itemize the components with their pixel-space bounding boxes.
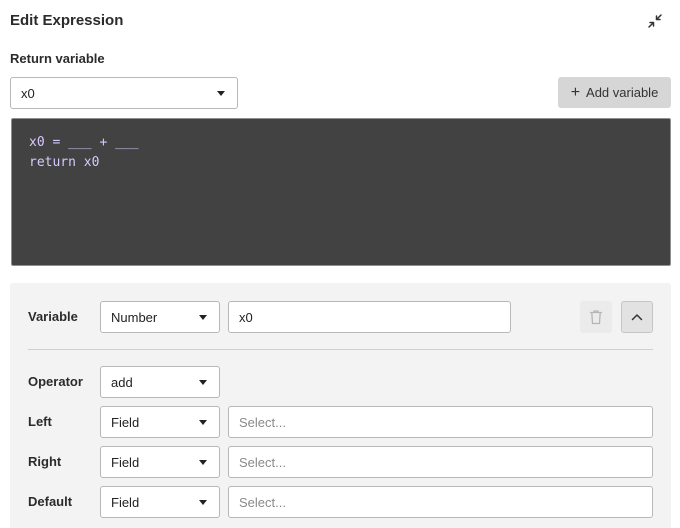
caret-down-icon xyxy=(199,315,207,320)
add-variable-label: Add variable xyxy=(586,85,659,100)
return-variable-value: x0 xyxy=(21,85,35,101)
collapse-button[interactable] xyxy=(644,10,666,32)
default-type-select[interactable]: Field xyxy=(100,486,220,518)
right-field-placeholder: Select... xyxy=(239,454,286,470)
right-field-select[interactable]: Select... xyxy=(228,446,653,478)
add-variable-button[interactable]: + Add variable xyxy=(558,77,671,108)
variable-name-input[interactable]: x0 xyxy=(228,301,511,333)
default-field-select[interactable]: Select... xyxy=(228,486,653,518)
left-type-select[interactable]: Field xyxy=(100,406,220,438)
collapse-arrows-icon xyxy=(648,14,662,28)
default-label: Default xyxy=(28,494,73,509)
caret-down-icon xyxy=(199,380,207,385)
left-label: Left xyxy=(28,414,52,429)
chevron-up-icon xyxy=(631,314,643,321)
default-type-value: Field xyxy=(111,494,140,510)
delete-variable-button[interactable] xyxy=(580,301,612,333)
operator-label: Operator xyxy=(28,374,83,389)
operator-value: add xyxy=(111,374,133,390)
left-type-value: Field xyxy=(111,414,140,430)
return-variable-select[interactable]: x0 xyxy=(10,77,238,109)
right-label: Right xyxy=(28,454,62,469)
variable-name-value: x0 xyxy=(239,309,253,325)
divider xyxy=(28,349,653,350)
caret-down-icon xyxy=(199,500,207,505)
caret-down-icon xyxy=(199,420,207,425)
caret-down-icon xyxy=(199,460,207,465)
operator-select[interactable]: add xyxy=(100,366,220,398)
left-field-select[interactable]: Select... xyxy=(228,406,653,438)
variable-type-select[interactable]: Number xyxy=(100,301,220,333)
return-variable-label: Return variable xyxy=(10,51,105,66)
variable-label: Variable xyxy=(28,309,78,324)
left-field-placeholder: Select... xyxy=(239,414,286,430)
right-type-select[interactable]: Field xyxy=(100,446,220,478)
collapse-variable-button[interactable] xyxy=(621,301,653,333)
variable-type-value: Number xyxy=(111,309,158,325)
caret-down-icon xyxy=(217,91,225,96)
plus-icon: + xyxy=(570,83,581,101)
code-preview[interactable]: x0 = ___ + ___ return x0 xyxy=(11,118,671,266)
page-title: Edit Expression xyxy=(10,12,124,29)
trash-icon xyxy=(589,310,603,325)
default-field-placeholder: Select... xyxy=(239,494,286,510)
right-type-value: Field xyxy=(111,454,140,470)
